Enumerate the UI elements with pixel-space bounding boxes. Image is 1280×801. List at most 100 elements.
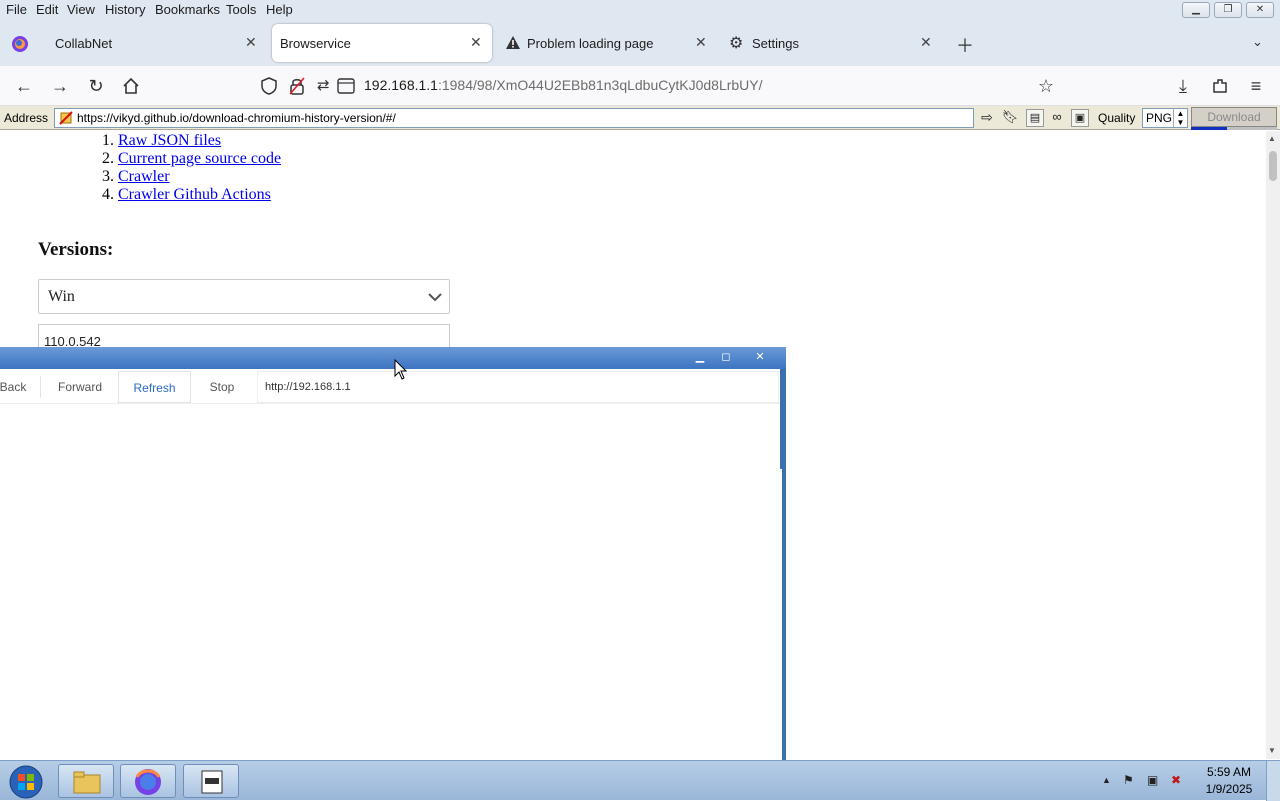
- link-crawler-actions[interactable]: Crawler Github Actions: [118, 186, 271, 203]
- reload-icon[interactable]: ↻: [85, 75, 107, 97]
- taskbar-explorer[interactable]: [58, 764, 114, 798]
- window-url-input[interactable]: http://192.168.1.1: [257, 371, 779, 403]
- download-progress-fill: [1191, 127, 1228, 130]
- bookmark-star-icon[interactable]: ☆: [1035, 75, 1057, 97]
- show-desktop-button[interactable]: [1266, 761, 1280, 801]
- window-close-icon[interactable]: ✕: [751, 350, 769, 364]
- find-binoculars-icon[interactable]: ∞: [1048, 109, 1066, 127]
- taskbar-firefox[interactable]: [120, 764, 176, 798]
- quality-select[interactable]: PNG ▲ ▼: [1142, 108, 1188, 128]
- url-bar[interactable]: 192.168.1.1:1984/98/XmO44U2EBb81n3qLdbuC…: [364, 77, 763, 93]
- minimize-icon: ▁: [1192, 4, 1200, 15]
- menu-file[interactable]: File: [6, 2, 27, 17]
- flag-icon[interactable]: ⚑: [1123, 773, 1134, 787]
- list-item: 3. Crawler: [102, 168, 170, 186]
- stop-button[interactable]: Stop: [192, 371, 252, 403]
- window-maximize-icon[interactable]: ◻: [717, 350, 735, 364]
- menu-bookmarks[interactable]: Bookmarks: [155, 2, 220, 17]
- page-info-icon[interactable]: [337, 78, 355, 94]
- insecure-lock-icon[interactable]: [289, 77, 305, 95]
- tab-settings[interactable]: ⚙ Settings ✕: [724, 24, 946, 62]
- list-item: 2. Current page source code: [102, 150, 281, 168]
- address-value: https://vikyd.github.io/download-chromiu…: [77, 111, 396, 125]
- close-tab-icon[interactable]: ✕: [245, 34, 257, 51]
- taskbar-app[interactable]: [183, 764, 239, 798]
- menu-edit[interactable]: Edit: [36, 2, 58, 17]
- address-toolbar: Address https://vikyd.github.io/download…: [0, 106, 1280, 130]
- list-number: 1.: [102, 132, 114, 149]
- menu-history[interactable]: History: [105, 2, 145, 17]
- platform-value: Win: [48, 288, 75, 305]
- menu-tools[interactable]: Tools: [226, 2, 256, 17]
- new-tab-plus-icon[interactable]: ＋: [956, 32, 974, 58]
- go-arrow-icon[interactable]: ⇨: [978, 109, 996, 127]
- versions-heading: Versions:: [38, 239, 114, 260]
- close-tab-icon[interactable]: ✕: [470, 34, 482, 51]
- restore-button[interactable]: ❐: [1214, 2, 1242, 18]
- tab-label: CollabNet: [55, 36, 113, 51]
- downloads-icon[interactable]: ⤓: [1172, 75, 1194, 97]
- tab-browservice[interactable]: Browservice ✕: [272, 24, 492, 62]
- menu-view[interactable]: View: [67, 2, 95, 17]
- windows-start-icon[interactable]: [4, 763, 48, 799]
- url-host: 192.168.1.1: [364, 77, 438, 93]
- home-icon[interactable]: [122, 77, 140, 95]
- scroll-down-icon[interactable]: ▼: [1268, 746, 1276, 755]
- window-minimize-icon[interactable]: ▁: [691, 350, 709, 364]
- permissions-icon[interactable]: ⇄: [317, 76, 330, 94]
- volume-muted-icon[interactable]: ✖: [1171, 773, 1181, 787]
- nav-bar: ← → ↻ ⇄ 192.168.1.1:1984/98/XmO44U2EBb81…: [0, 66, 1280, 106]
- close-tab-icon[interactable]: ✕: [695, 34, 707, 51]
- list-number: 4.: [102, 186, 114, 203]
- tab-strip: CollabNet ✕ Browservice ✕ Problem loadin…: [0, 20, 1280, 66]
- download-progress-bar: [1191, 127, 1277, 130]
- spinner-arrows-icon[interactable]: ▲ ▼: [1173, 109, 1187, 127]
- hamburger-menu-icon[interactable]: ≡: [1245, 75, 1267, 97]
- close-icon: ✕: [1255, 4, 1265, 15]
- minimize-button[interactable]: ▁: [1182, 2, 1210, 18]
- tray-time[interactable]: 5:59 AM: [1200, 765, 1258, 779]
- menu-help[interactable]: Help: [266, 2, 293, 17]
- list-number: 3.: [102, 168, 114, 185]
- list-number: 2.: [102, 150, 114, 167]
- forward-arrow-icon[interactable]: →: [49, 75, 71, 97]
- tab-problem-loading[interactable]: Problem loading page ✕: [498, 24, 720, 62]
- list-tabs-chevron-icon[interactable]: ⌄: [1252, 34, 1263, 50]
- close-tab-icon[interactable]: ✕: [920, 34, 932, 51]
- tray-date[interactable]: 1/9/2025: [1200, 782, 1258, 796]
- extensions-icon[interactable]: [1211, 77, 1229, 95]
- url-path: :1984/98/XmO44U2EBb81n3qLdbuCytKJ0d8LrbU…: [437, 77, 763, 93]
- platform-select[interactable]: Win: [38, 279, 450, 314]
- menu-bar: File Edit View History Bookmarks Tools H…: [0, 0, 1280, 20]
- close-window-button[interactable]: ✕: [1246, 2, 1274, 18]
- chevron-down-icon: [428, 293, 442, 302]
- scrollbar-thumb[interactable]: [1269, 151, 1277, 181]
- list-item: 4. Crawler Github Actions: [102, 186, 271, 204]
- bookmark-icon[interactable]: 🔖︎: [1001, 109, 1019, 127]
- link-page-source[interactable]: Current page source code: [118, 150, 281, 167]
- quality-value: PNG: [1146, 111, 1173, 125]
- save-page-icon[interactable]: ▤: [1026, 109, 1044, 127]
- window-titlebar[interactable]: ▁ ◻ ✕: [0, 347, 786, 369]
- scroll-up-icon[interactable]: ▲: [1268, 134, 1276, 143]
- firefox-icon[interactable]: [11, 35, 29, 53]
- window-border: [780, 369, 786, 469]
- shield-icon[interactable]: [261, 77, 277, 95]
- back-button[interactable]: Back: [0, 371, 32, 403]
- vertical-scrollbar[interactable]: ▲ ▼: [1266, 131, 1280, 759]
- back-arrow-icon[interactable]: ←: [13, 75, 35, 97]
- warning-icon: [506, 36, 520, 49]
- link-crawler[interactable]: Crawler: [118, 168, 170, 185]
- tab-collabnet[interactable]: CollabNet ✕: [42, 24, 268, 62]
- download-button[interactable]: Download: [1191, 107, 1277, 127]
- firefox-icon: [135, 769, 161, 795]
- address-input[interactable]: https://vikyd.github.io/download-chromiu…: [54, 108, 974, 128]
- forward-button[interactable]: Forward: [42, 371, 118, 403]
- window-toolbar: Back Forward Refresh Stop http://192.168…: [0, 370, 782, 404]
- link-raw-json[interactable]: Raw JSON files: [118, 132, 221, 149]
- network-icon[interactable]: ▣: [1147, 773, 1158, 787]
- clipboard-icon[interactable]: ▣: [1071, 109, 1089, 127]
- tray-expand-icon[interactable]: ▲: [1102, 775, 1111, 785]
- refresh-button[interactable]: Refresh: [118, 371, 191, 403]
- mouse-cursor-icon: [394, 359, 408, 380]
